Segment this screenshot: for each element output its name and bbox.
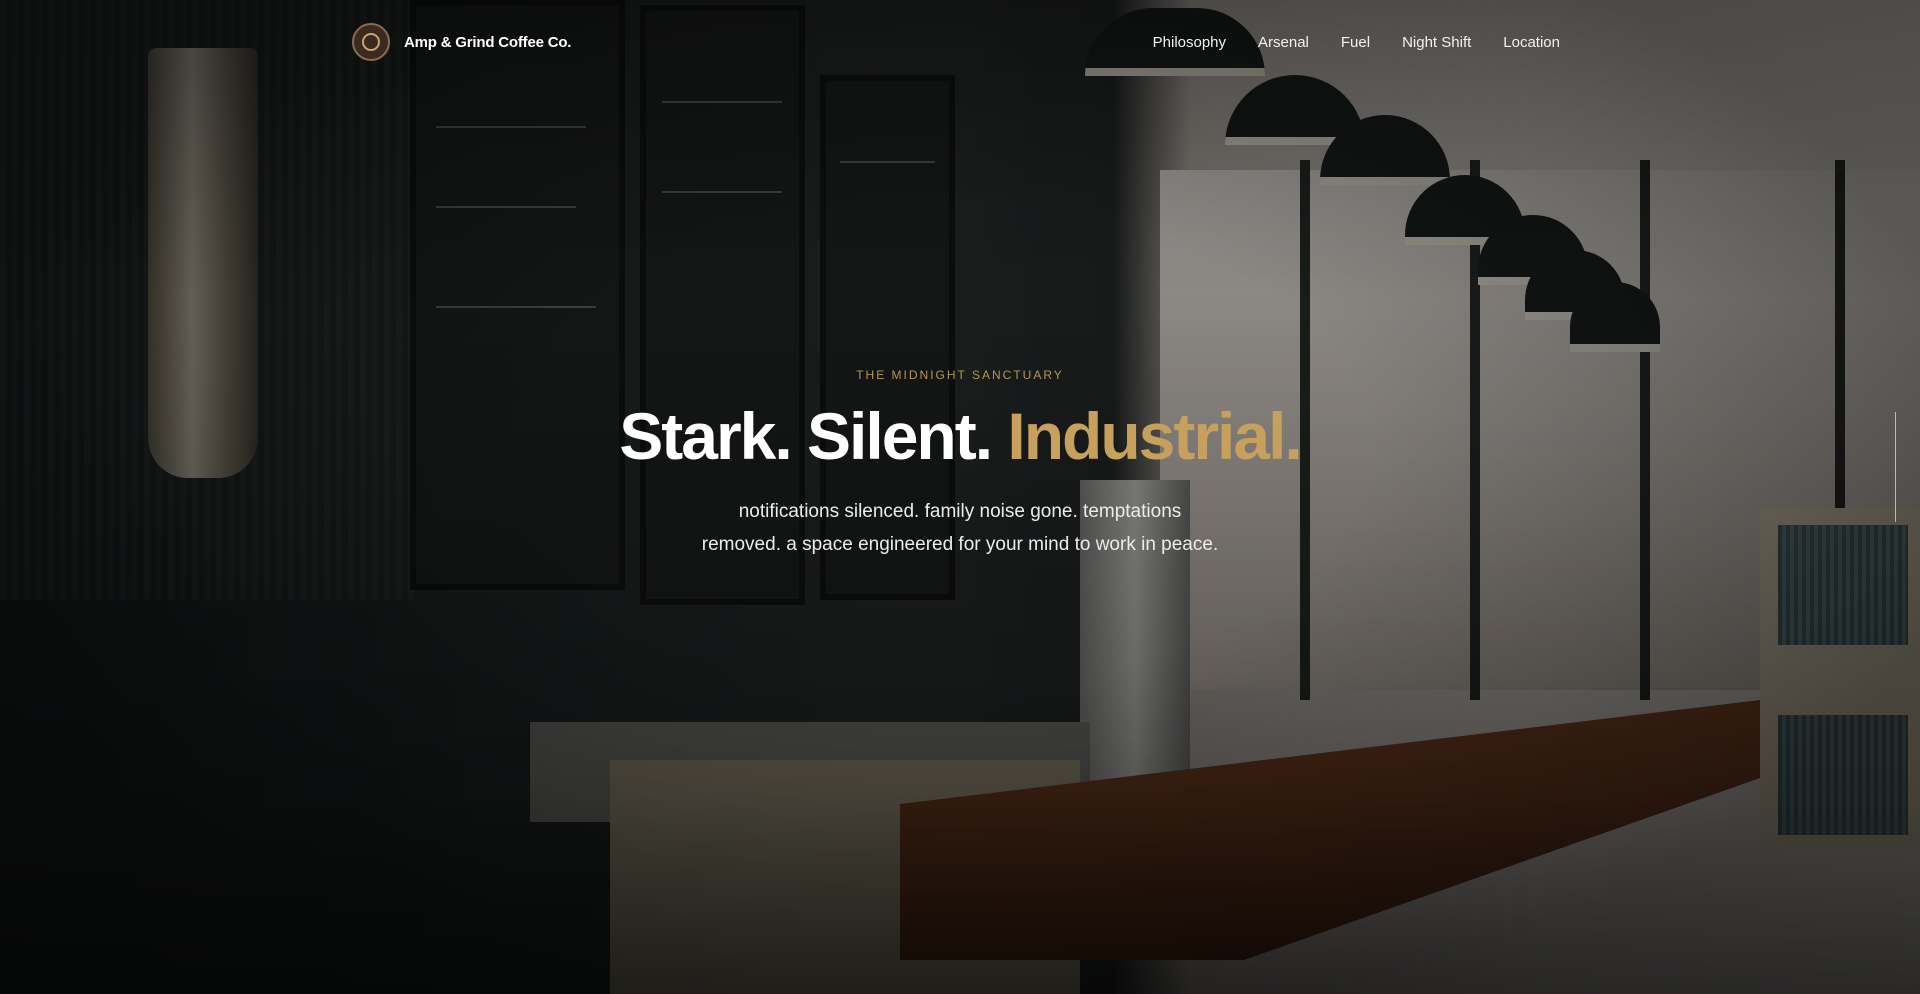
headline-main: Stark. Silent. <box>619 399 993 473</box>
brand-name[interactable]: Amp & Grind Coffee Co. <box>404 34 571 51</box>
hero-eyebrow: The Midnight Sanctuary <box>856 368 1064 382</box>
headline-accent: Industrial. <box>1007 399 1302 473</box>
hero-subtitle: notifications silenced. family noise gon… <box>701 500 1219 555</box>
top-navigation: Amp & Grind Coffee Co. Philosophy Arsena… <box>352 22 1560 62</box>
nav-links: Philosophy Arsenal Fuel Night Shift Loca… <box>1153 34 1560 51</box>
hero-section: The Midnight Sanctuary Stark. Silent. In… <box>0 368 1920 561</box>
nav-link-night-shift[interactable]: Night Shift <box>1402 34 1471 51</box>
nav-link-arsenal[interactable]: Arsenal <box>1258 34 1309 51</box>
brand[interactable]: Amp & Grind Coffee Co. <box>352 23 571 61</box>
hero-headline: Stark. Silent. Industrial. <box>0 400 1920 473</box>
nav-link-fuel[interactable]: Fuel <box>1341 34 1370 51</box>
nav-link-philosophy[interactable]: Philosophy <box>1153 34 1226 51</box>
scroll-indicator[interactable] <box>1895 412 1896 522</box>
coffee-badge-icon[interactable] <box>352 23 390 61</box>
nav-link-location[interactable]: Location <box>1503 34 1560 51</box>
